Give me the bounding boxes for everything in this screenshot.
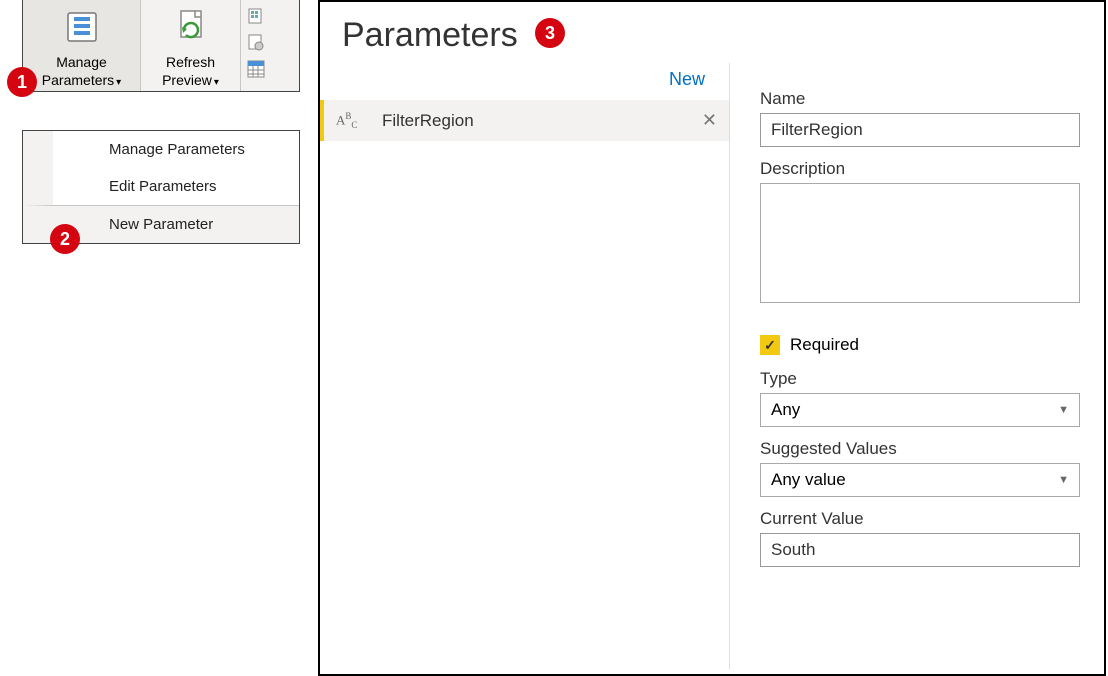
dropdown-caret-icon: ▾: [116, 77, 121, 88]
name-label: Name: [760, 89, 1084, 109]
description-label: Description: [760, 159, 1084, 179]
annotation-badge-3: 3: [535, 18, 565, 48]
enter-data-icon[interactable]: [245, 58, 267, 80]
refresh-preview-button[interactable]: Refresh Preview▾: [141, 0, 241, 91]
parameters-icon: [57, 6, 107, 52]
required-label: Required: [790, 335, 859, 355]
suggested-values-label: Suggested Values: [760, 439, 1084, 459]
parameter-name-label: FilterRegion: [382, 111, 702, 131]
refresh-icon: [166, 6, 216, 52]
current-value-input[interactable]: [760, 533, 1080, 567]
delete-parameter-icon[interactable]: ✕: [702, 110, 717, 131]
type-select[interactable]: Any ▼: [760, 393, 1080, 427]
name-input[interactable]: [760, 113, 1080, 147]
required-checkbox[interactable]: ✓: [760, 335, 780, 355]
dialog-body: New ABC FilterRegion ✕ Name Description …: [320, 63, 1104, 669]
refresh-preview-label: Refresh Preview▾: [162, 54, 219, 89]
type-value: Any: [771, 400, 800, 420]
menu-manage-parameters[interactable]: Manage Parameters: [23, 131, 299, 168]
chevron-down-icon: ▼: [1058, 474, 1069, 486]
required-row: ✓ Required: [760, 335, 1084, 355]
suggested-values-value: Any value: [771, 470, 846, 490]
new-parameter-link[interactable]: New: [320, 63, 729, 100]
type-label: Type: [760, 369, 1084, 389]
text-type-icon: ABC: [336, 111, 364, 130]
suggested-values-select[interactable]: Any value ▼: [760, 463, 1080, 497]
ribbon-small-column: [241, 0, 273, 91]
annotation-badge-1: 1: [7, 67, 37, 97]
parameter-list: New ABC FilterRegion ✕: [320, 63, 730, 669]
manage-parameters-button[interactable]: Manage Parameters▾: [23, 0, 141, 91]
annotation-badge-2: 2: [50, 224, 80, 254]
parameter-form: Name Description ✓ Required Type Any ▼ S…: [730, 63, 1104, 669]
parameters-dialog: Parameters New ABC FilterRegion ✕ Name D…: [318, 0, 1106, 676]
parameter-list-item[interactable]: ABC FilterRegion ✕: [320, 100, 729, 141]
dialog-title: Parameters: [320, 2, 1104, 63]
query-options-icon[interactable]: [245, 32, 267, 54]
menu-edit-parameters[interactable]: Edit Parameters: [23, 168, 299, 205]
chevron-down-icon: ▼: [1058, 404, 1069, 416]
current-value-label: Current Value: [760, 509, 1084, 529]
data-source-settings-icon[interactable]: [245, 6, 267, 28]
description-input[interactable]: [760, 183, 1080, 303]
manage-parameters-label: Manage Parameters▾: [42, 54, 121, 89]
ribbon: Manage Parameters▾ Refresh Preview▾: [22, 0, 300, 92]
dropdown-caret-icon: ▾: [214, 77, 219, 88]
